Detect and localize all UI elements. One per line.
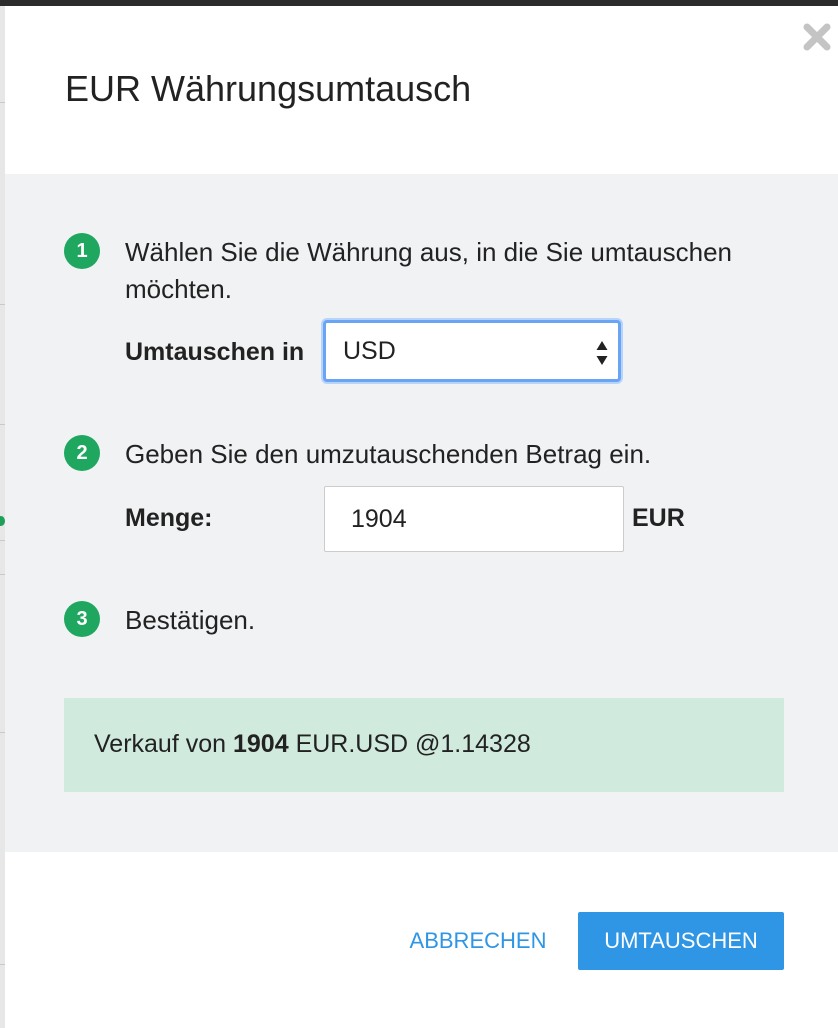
exchange-button[interactable]: UMTAUSCHEN: [578, 912, 784, 970]
amount-currency-unit: EUR: [632, 504, 685, 532]
close-icon: [803, 23, 831, 51]
step-3-badge: 3: [64, 601, 100, 637]
dialog-title: EUR Währungsumtausch: [65, 68, 472, 109]
currency-select-value: USD: [343, 337, 396, 365]
amount-input[interactable]: [324, 486, 624, 552]
cancel-button[interactable]: ABBRECHEN: [395, 912, 561, 970]
amount-label: Menge:: [125, 504, 213, 532]
summary-amount: 1904: [232, 730, 289, 758]
currency-exchange-dialog: EUR Währungsumtausch 1 Wählen Sie die Wä…: [5, 6, 838, 1028]
step-3-text: Bestätigen.: [125, 605, 256, 635]
step-1-badge: 1: [64, 233, 100, 269]
order-summary: Verkauf von 1904 EUR.USD @1.14328: [64, 698, 784, 792]
exchange-to-label: Umtauschen in: [125, 338, 305, 366]
step-1-text: Wählen Sie die Währung aus, in die Sie u…: [125, 237, 733, 304]
currency-select[interactable]: USD: [323, 320, 621, 382]
summary-prefix: Verkauf von: [94, 730, 227, 758]
screen: EUR Währungsumtausch 1 Wählen Sie die Wä…: [0, 0, 838, 1028]
order-summary-text: Verkauf von 1904 EUR.USD @1.14328: [94, 730, 531, 759]
dialog-body: 1 Wählen Sie die Währung aus, in die Sie…: [5, 174, 838, 852]
step-2-badge: 2: [64, 435, 100, 471]
step-2-text: Geben Sie den umzutauschenden Betrag ein…: [125, 439, 652, 469]
select-arrows-icon: [596, 341, 608, 365]
summary-pair-rate: EUR.USD @1.14328: [295, 730, 531, 758]
close-button[interactable]: [802, 22, 832, 52]
